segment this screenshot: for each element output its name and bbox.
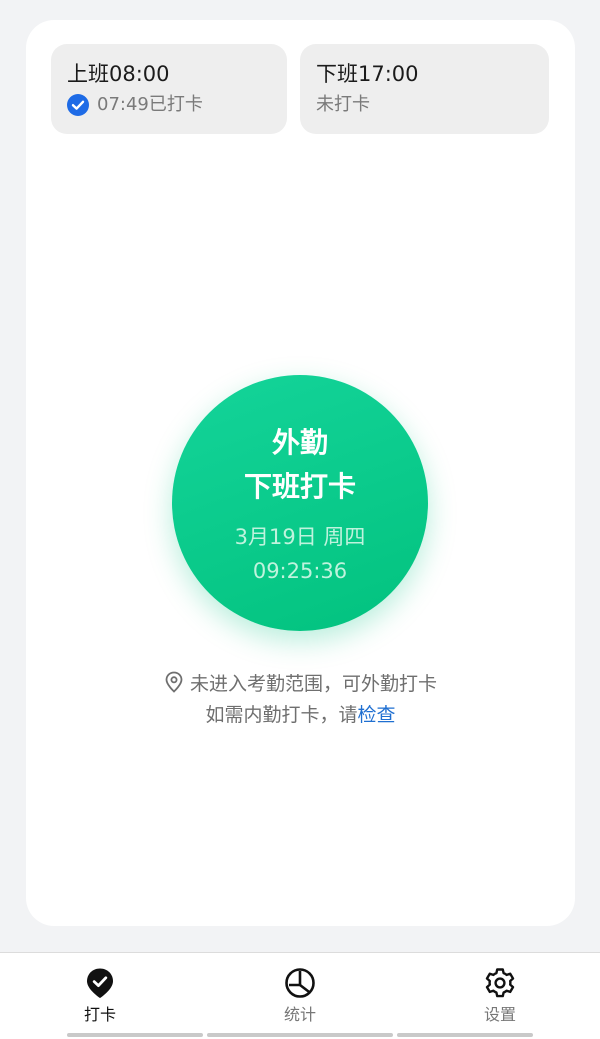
shift-on-duty-card: 上班08:00 07:49已打卡	[51, 44, 287, 134]
tab-indicator-punch	[67, 1033, 203, 1037]
internal-punch-hint-text: 如需内勤打卡，请	[205, 704, 358, 726]
punch-out-button[interactable]: 外勤 下班打卡 3月19日 周四 09:25:36	[172, 375, 428, 631]
tab-punch[interactable]: 打卡	[0, 953, 200, 1039]
check-circle-icon	[67, 94, 89, 116]
punch-date: 3月19日 周四	[234, 525, 366, 549]
shift-on-status: 07:49已打卡	[97, 94, 203, 115]
punch-card: 上班08:00 07:49已打卡 下班17:00 未打卡 外勤 下班打卡 3月1…	[26, 20, 575, 926]
internal-punch-hint: 如需内勤打卡，请检查	[26, 701, 575, 729]
punch-type-label: 外勤	[271, 426, 328, 459]
shift-off-status: 未打卡	[316, 94, 370, 115]
map-pin-check-icon	[87, 968, 113, 998]
shift-off-title: 下班17:00	[316, 62, 419, 86]
shift-off-status-row: 未打卡	[316, 92, 549, 118]
tab-settings[interactable]: 设置	[400, 953, 600, 1039]
tab-stats-label: 统计	[283, 1005, 316, 1024]
punch-action-label: 下班打卡	[243, 470, 356, 503]
location-pin-icon	[165, 671, 183, 693]
location-hint: 未进入考勤范围，可外勤打卡	[26, 670, 575, 698]
punch-clock: 09:25:36	[252, 559, 348, 583]
shift-on-title: 上班08:00	[67, 62, 170, 86]
location-hint-text: 未进入考勤范围，可外勤打卡	[189, 673, 437, 695]
gear-icon	[485, 968, 515, 998]
bottom-tab-bar: 打卡 统计 设置	[0, 952, 600, 1039]
tab-stats[interactable]: 统计	[200, 953, 400, 1039]
pie-chart-icon	[285, 968, 315, 998]
tab-indicator-settings	[397, 1033, 533, 1037]
shift-on-status-row: 07:49已打卡	[67, 92, 287, 118]
shift-off-duty-card: 下班17:00 未打卡	[300, 44, 549, 134]
tab-punch-label: 打卡	[83, 1005, 116, 1024]
tab-settings-label: 设置	[483, 1005, 516, 1024]
check-link[interactable]: 检查	[358, 704, 396, 726]
tab-indicator-stats	[207, 1033, 393, 1037]
